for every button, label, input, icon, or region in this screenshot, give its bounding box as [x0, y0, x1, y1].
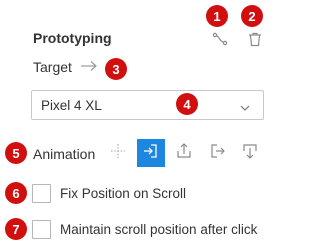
annotation-badge: 6 [5, 182, 27, 204]
none-icon [109, 142, 127, 165]
annotation-badge: 7 [5, 218, 27, 240]
animation-none-button[interactable] [104, 139, 132, 167]
target-label: Target [33, 59, 72, 75]
slide-in-down-icon [241, 142, 259, 165]
maintain-scroll-row[interactable]: Maintain scroll position after click [32, 220, 257, 239]
device-select[interactable]: Pixel 4 XL [31, 90, 264, 120]
prototyping-panel: Prototyping Target Pixel 4 XL Animation … [0, 0, 274, 251]
annotation-badge: 4 [176, 93, 198, 115]
link-icon[interactable] [211, 30, 229, 48]
animation-slide-in-right-button[interactable] [203, 139, 231, 167]
slide-in-up-icon [175, 142, 193, 165]
fix-position-row[interactable]: Fix Position on Scroll [32, 184, 186, 203]
trash-icon[interactable] [246, 30, 264, 48]
annotation-badge: 1 [206, 5, 228, 27]
animation-slide-in-down-button[interactable] [236, 139, 264, 167]
animation-slide-in-up-button[interactable] [170, 139, 198, 167]
slide-in-left-icon [142, 142, 160, 165]
device-select-value: Pixel 4 XL [41, 97, 102, 113]
target-row: Target [33, 59, 98, 75]
animation-label: Animation [33, 146, 96, 162]
panel-title: Prototyping [33, 30, 112, 46]
maintain-scroll-label: Maintain scroll position after click [60, 222, 258, 237]
maintain-scroll-checkbox[interactable] [32, 220, 51, 239]
animation-slide-in-left-button[interactable] [137, 139, 165, 167]
annotation-badge: 2 [241, 5, 263, 27]
fix-position-checkbox[interactable] [32, 184, 51, 203]
chevron-down-icon [239, 101, 251, 111]
arrow-right-icon [80, 59, 98, 75]
annotation-badge: 3 [105, 58, 127, 80]
annotation-badge: 5 [5, 142, 27, 164]
fix-position-label: Fix Position on Scroll [60, 186, 187, 201]
slide-in-right-icon [208, 142, 226, 165]
